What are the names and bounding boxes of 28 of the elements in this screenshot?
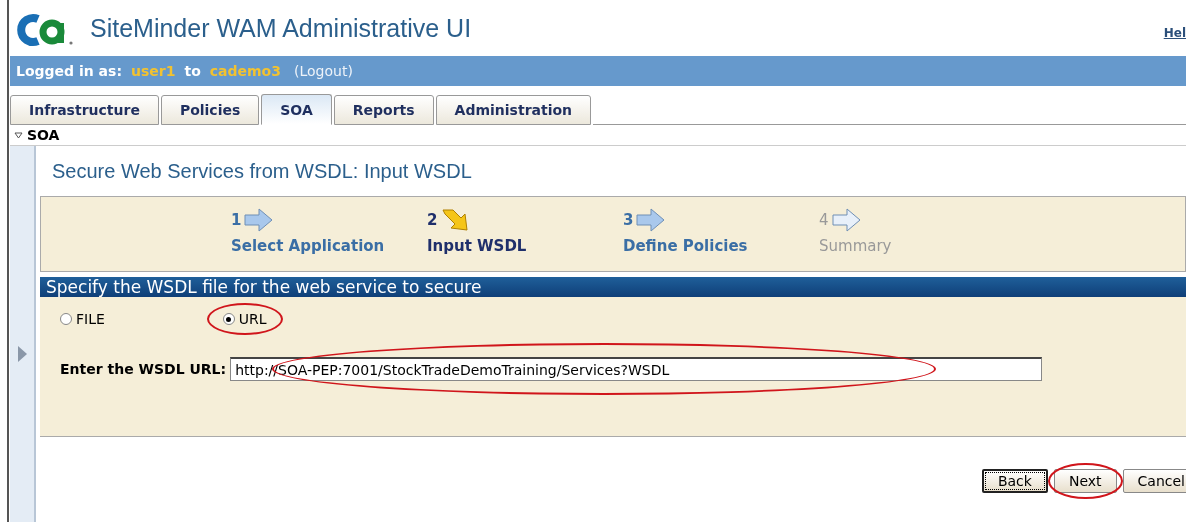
- field-label: Enter the WSDL URL:: [60, 361, 227, 377]
- page-title: Secure Web Services from WSDL: Input WSDL: [51, 159, 473, 184]
- step-label[interactable]: Define Policies: [623, 237, 819, 255]
- login-connector: to: [184, 63, 201, 79]
- wizard-button[interactable]: Cancel: [1122, 469, 1186, 493]
- step-label[interactable]: Input WSDL: [427, 237, 623, 255]
- help-link[interactable]: Hel: [1163, 26, 1186, 40]
- wizard-button[interactable]: Back: [981, 469, 1048, 493]
- step-number: 4: [819, 211, 829, 229]
- collapse-icon[interactable]: [14, 130, 23, 140]
- server-name: cademo3: [209, 63, 281, 79]
- radio-option[interactable]: FILE: [60, 311, 105, 327]
- section-title: SOA: [27, 127, 60, 143]
- step-label[interactable]: Select Application: [231, 237, 427, 255]
- nav-tab[interactable]: Infrastructure: [10, 95, 159, 125]
- wizard-button[interactable]: Next: [1053, 469, 1117, 493]
- nav-tab[interactable]: Policies: [160, 95, 260, 125]
- step-number: 1: [231, 211, 242, 229]
- nav-tab[interactable]: Administration: [435, 95, 592, 125]
- nav-tab[interactable]: Reports: [333, 95, 434, 125]
- step-number: 3: [623, 211, 634, 229]
- radio-option[interactable]: URL: [222, 311, 267, 327]
- step-number: 2: [427, 211, 438, 229]
- app-title: SiteMinder WAM Administrative UI: [90, 13, 472, 43]
- form-heading: Specify the WSDL file for the web service to secure: [40, 277, 1186, 297]
- user-name: user1: [131, 63, 176, 79]
- login-label: Logged in as:: [16, 63, 122, 79]
- nav-tab[interactable]: SOA: [261, 94, 332, 125]
